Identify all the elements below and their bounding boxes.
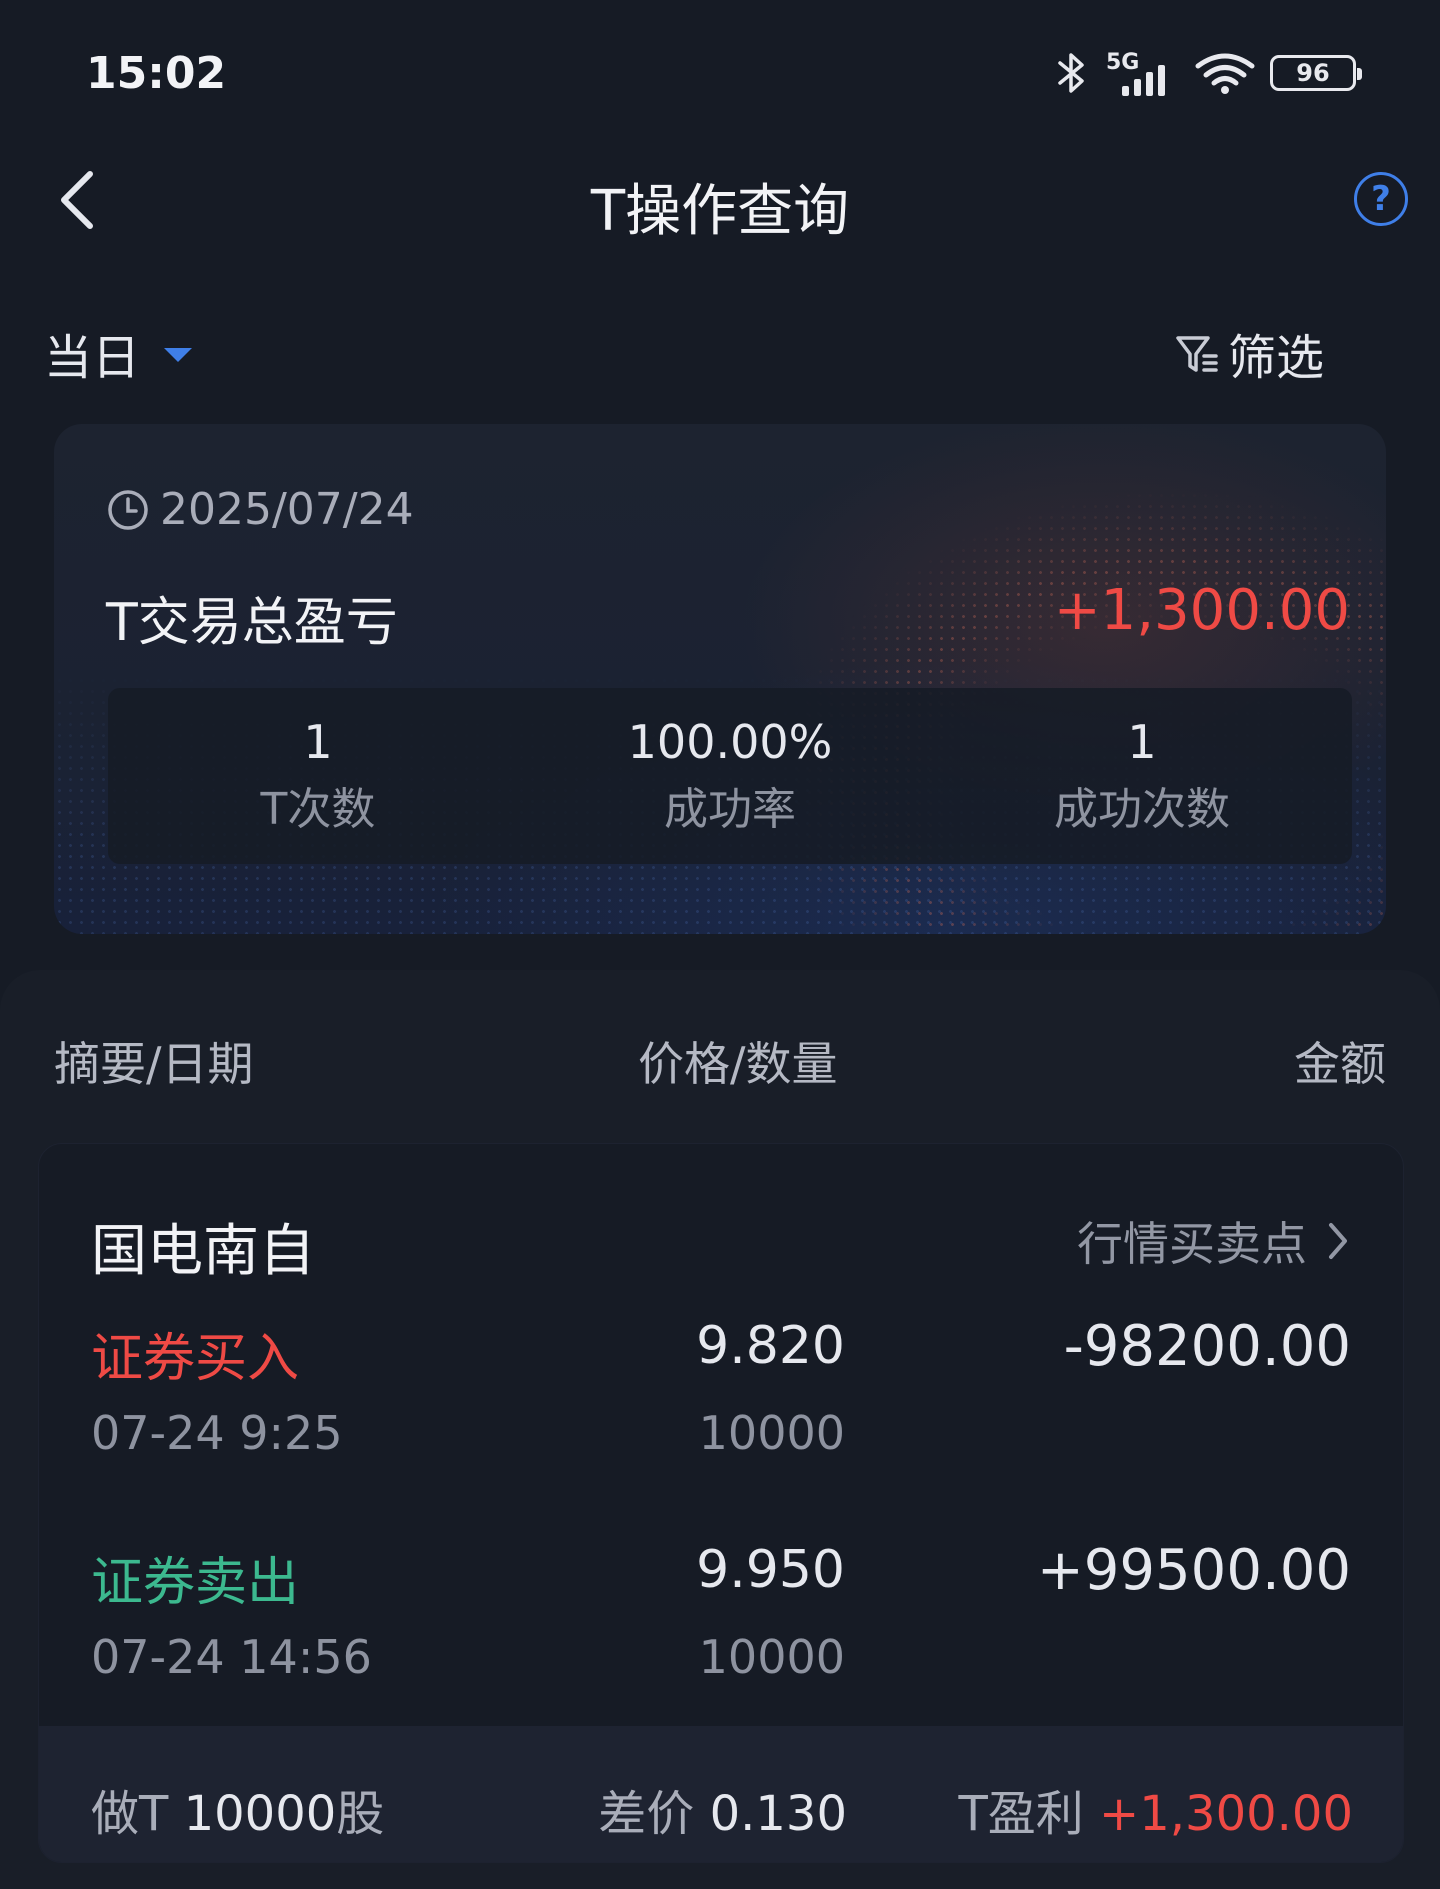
trade-type-buy: 证券买入 <box>91 1329 300 1389</box>
trade-price: 9.950 <box>696 1540 845 1600</box>
column-header-summary-date: 摘要/日期 <box>54 1037 254 1091</box>
summary-date: 2025/07/24 <box>106 484 414 535</box>
stats-box: 1 T次数 100.00% 成功率 1 成功次数 <box>108 688 1352 864</box>
filter-button[interactable]: 筛选 <box>1174 318 1324 388</box>
stat-value: 100.00% <box>627 715 833 769</box>
trade-quantity: 10000 <box>698 1406 845 1460</box>
trade-card[interactable]: 国电南自 行情买卖点 证券买入 07-24 9:25 9.820 10000 -… <box>38 1143 1404 1863</box>
cellular-icon: 5G <box>1106 50 1180 96</box>
period-label: 当日 <box>44 330 141 386</box>
help-button[interactable]: ? <box>1354 172 1408 226</box>
stat-label: 成功率 <box>664 784 796 835</box>
market-points-link[interactable]: 行情买卖点 <box>1077 1208 1351 1274</box>
stat-t-count: 1 T次数 <box>168 688 468 864</box>
trade-datetime: 07-24 14:56 <box>91 1630 372 1684</box>
question-icon: ? <box>1371 179 1391 219</box>
price-diff-label: 差价 <box>598 1786 695 1842</box>
filter-label: 筛选 <box>1227 330 1324 386</box>
trade-datetime: 07-24 9:25 <box>91 1406 343 1460</box>
t-shares-label: 做T <box>91 1786 169 1842</box>
trade-amount: +99500.00 <box>1036 1538 1351 1603</box>
trade-quantity: 10000 <box>698 1630 845 1684</box>
trade-price: 9.820 <box>696 1316 845 1376</box>
bluetooth-icon <box>1058 53 1084 93</box>
t-shares: 做T 10000股 <box>91 1774 384 1844</box>
stat-label: 成功次数 <box>1054 784 1230 835</box>
status-time: 15:02 <box>86 48 227 99</box>
page-title: T操作查询 <box>590 179 850 244</box>
stat-label: T次数 <box>260 784 376 835</box>
caret-down-icon <box>164 348 193 362</box>
total-pnl-label: T交易总盈亏 <box>106 593 398 653</box>
trade-amount: -98200.00 <box>1063 1314 1351 1379</box>
period-dropdown[interactable]: 当日 <box>44 318 193 388</box>
price-diff: 差价 0.130 <box>598 1774 847 1844</box>
trade-type-sell: 证券卖出 <box>91 1553 300 1613</box>
t-profit-label: T盈利 <box>958 1786 1084 1842</box>
status-icons: 5G 96 <box>1052 50 1362 96</box>
clock-icon <box>108 489 148 530</box>
column-header-price-qty: 价格/数量 <box>638 1037 838 1091</box>
stock-name: 国电南自 <box>91 1219 315 1284</box>
total-pnl-value: +1,300.00 <box>1053 578 1350 643</box>
summary-card: 2025/07/24 T交易总盈亏 +1,300.00 1 T次数 100.00… <box>54 424 1386 934</box>
stat-success-count: 1 成功次数 <box>992 688 1292 864</box>
t-profit-value: +1,300.00 <box>1099 1786 1353 1842</box>
chevron-right-icon <box>1329 1223 1347 1259</box>
trade-summary-bar: 做T 10000股 差价 0.130 T盈利 +1,300.00 <box>39 1726 1403 1862</box>
filter-icon <box>1176 336 1218 372</box>
t-shares-value: 10000 <box>183 1786 337 1842</box>
wifi-icon <box>1195 53 1255 94</box>
summary-date-text: 2025/07/24 <box>160 484 414 535</box>
market-points-label: 行情买卖点 <box>1077 1217 1307 1271</box>
stat-success-rate: 100.00% 成功率 <box>580 688 880 864</box>
price-diff-value: 0.130 <box>709 1786 847 1842</box>
stat-value: 1 <box>303 715 333 769</box>
stat-value: 1 <box>1127 715 1157 769</box>
t-profit: T盈利 +1,300.00 <box>958 1774 1353 1844</box>
battery-icon: 96 <box>1270 55 1362 91</box>
column-header-amount: 金额 <box>1294 1037 1386 1091</box>
t-shares-unit: 股 <box>336 1786 385 1842</box>
